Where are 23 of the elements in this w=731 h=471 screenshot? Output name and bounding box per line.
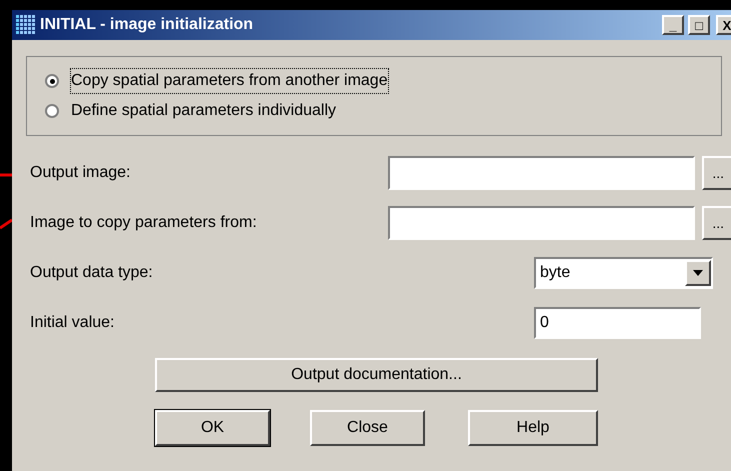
field-label: Output data type: — [30, 263, 154, 283]
file-path-field[interactable] — [388, 206, 696, 240]
maximize-button[interactable]: □ — [688, 15, 710, 35]
app-icon — [16, 15, 36, 35]
output-documentation-button[interactable]: Output documentation... — [155, 358, 598, 392]
field-label: Output image: — [30, 163, 132, 183]
minimize-button[interactable]: _ — [662, 15, 684, 35]
close-dialog-button[interactable]: Close — [310, 410, 425, 446]
initial-value-field[interactable]: 0 — [534, 307, 701, 339]
radio-button[interactable] — [45, 74, 59, 88]
field-label: Image to copy parameters from: — [30, 213, 258, 233]
radio-label[interactable]: Copy spatial parameters from another image — [71, 69, 388, 93]
ok-button[interactable]: OK — [155, 410, 270, 446]
radio-label[interactable]: Define spatial parameters individually — [71, 99, 336, 123]
file-path-field[interactable] — [388, 156, 696, 190]
help-button[interactable]: Help — [468, 410, 598, 446]
window-title: INITIAL - image initialization — [40, 15, 254, 35]
data-type-dropdown[interactable]: byte — [534, 257, 713, 289]
field-label: Initial value: — [30, 313, 116, 333]
browse-button[interactable]: ... — [702, 206, 731, 240]
window-close-button[interactable]: X — [716, 15, 731, 35]
radio-button[interactable] — [45, 104, 59, 118]
browse-button[interactable]: ... — [702, 156, 731, 190]
